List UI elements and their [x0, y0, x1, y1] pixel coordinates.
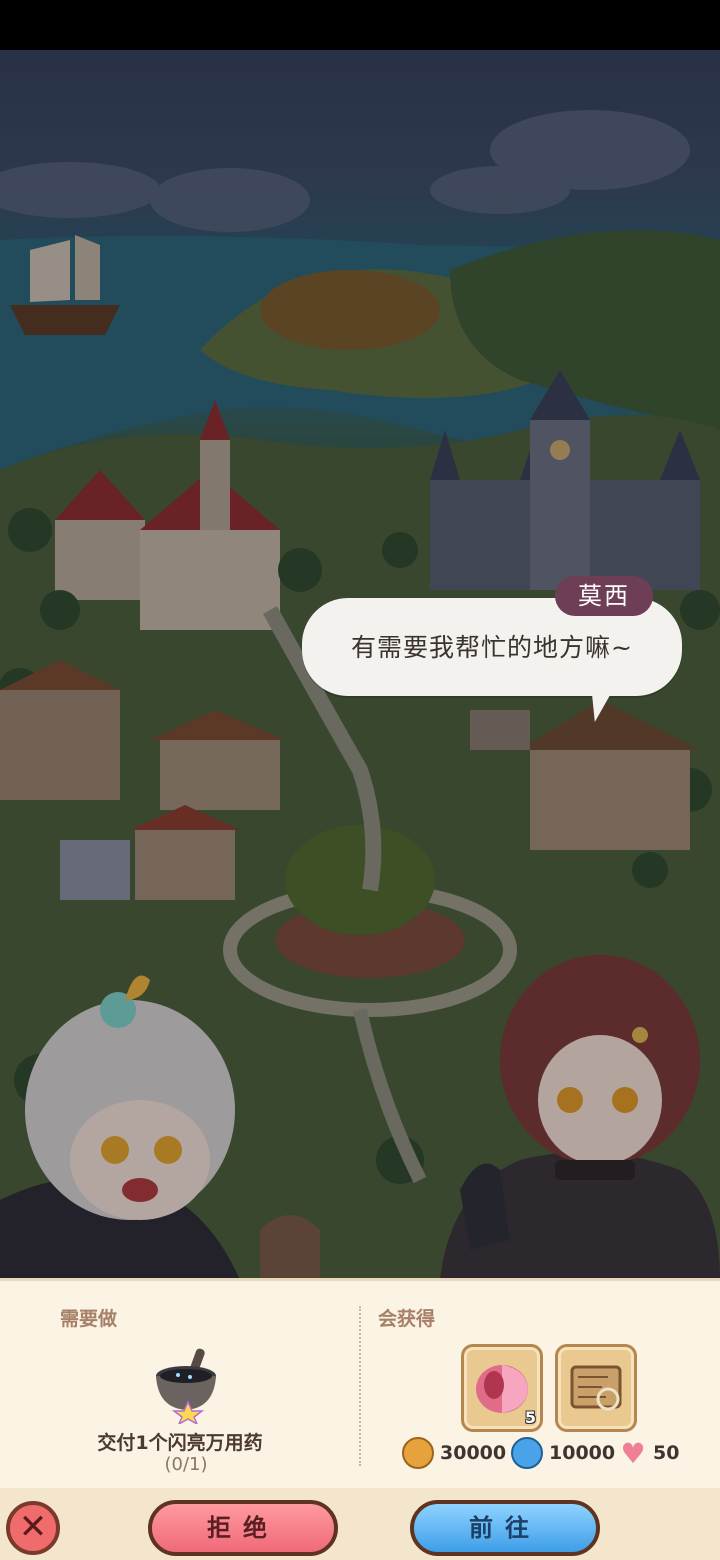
rewards-label: 会获得	[378, 1308, 436, 1330]
bottom-bar	[0, 1488, 720, 1560]
close-button[interactable]: ✕	[6, 1501, 60, 1555]
need-to-do-label: 需要做	[60, 1308, 118, 1330]
scroll-map-item-icon	[570, 1365, 622, 1411]
gold-reward: 30000	[402, 1437, 507, 1469]
mortar-potion-icon[interactable]	[150, 1346, 222, 1424]
speaker-name-tag: 莫西	[555, 576, 653, 616]
reward-item-cake[interactable]: 5	[461, 1344, 543, 1432]
heart-reward: ♥ 50	[619, 1436, 680, 1470]
gold-amount: 30000	[440, 1442, 507, 1464]
reject-button[interactable]: 拒绝	[148, 1500, 338, 1556]
potion-amount: 10000	[549, 1442, 616, 1464]
task-description: 交付1个闪亮万用药	[97, 1432, 263, 1454]
potion-reward: 10000	[511, 1437, 616, 1469]
task-progress: (0/1)	[164, 1454, 208, 1475]
gold-coin-icon	[402, 1437, 434, 1469]
heart-icon: ♥	[620, 1436, 646, 1470]
reward-count: 5	[524, 1408, 536, 1427]
reward-item-scroll[interactable]	[555, 1344, 637, 1432]
go-button[interactable]: 前往	[410, 1500, 600, 1556]
status-bar	[0, 0, 720, 50]
heart-amount: 50	[653, 1442, 680, 1464]
blue-potion-icon	[511, 1437, 543, 1469]
